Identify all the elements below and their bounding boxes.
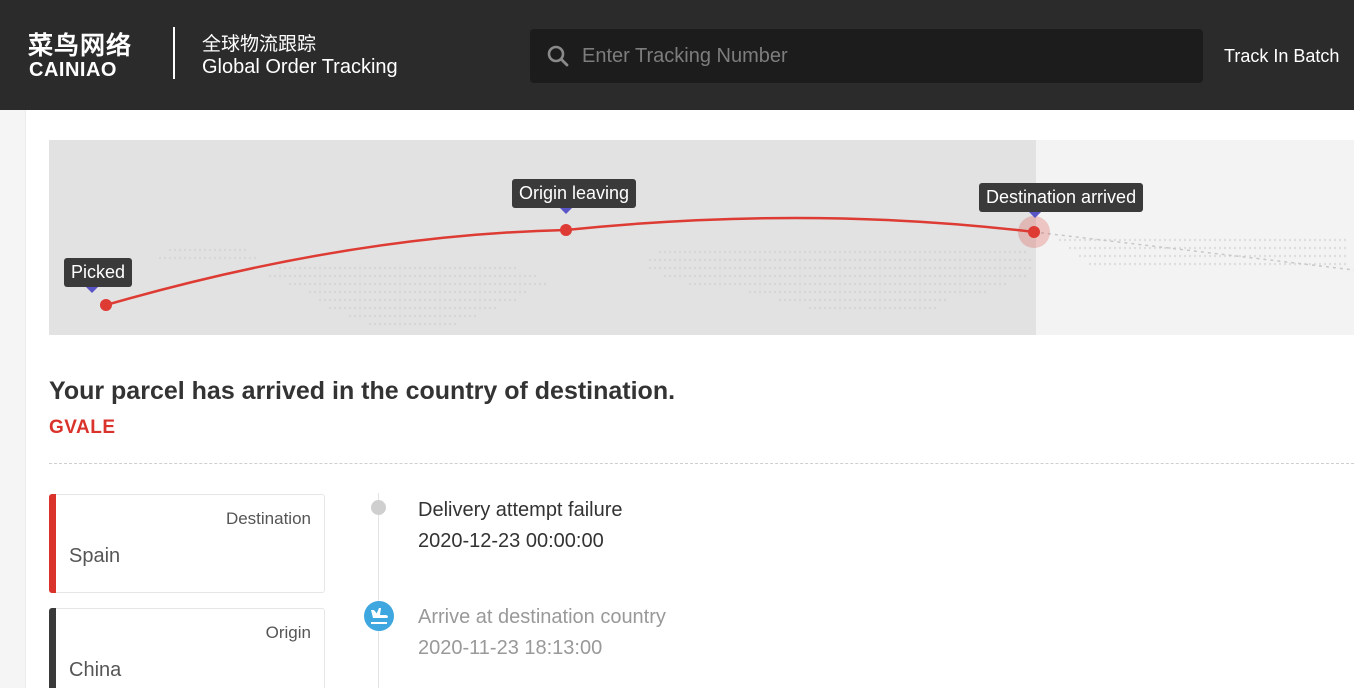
parcel-status-title: Your parcel has arrived in the country o… [49,377,676,405]
event-time: 2020-11-23 18:13:00 [418,637,603,659]
origin-leaving-tooltip: Origin leaving [512,179,637,208]
destination-card: Destination Spain [49,494,325,593]
subtitle-chinese: 全球物流跟踪 [202,33,317,55]
destination-arrived-dot [1028,226,1040,238]
plane-landing-glyph [371,608,388,624]
origin-value: China [69,659,122,681]
event-time: 2020-12-23 00:00:00 [418,530,604,552]
logo-chinese-text: 菜鸟网络 [28,31,133,60]
route-map: Picked Origin leaving Destination arrive… [49,140,1354,335]
destination-arrived-pointer [1029,212,1041,218]
section-divider [49,463,1354,464]
top-header: 菜鸟网络 CAINIAO 全球物流跟踪 Global Order Trackin… [0,0,1354,110]
search-box[interactable] [530,29,1203,83]
dot-icon [371,500,386,515]
tracking-number: GVALE [49,417,116,438]
timeline-line [378,493,379,688]
logo-english-text: CAINIAO [29,59,117,81]
search-icon[interactable] [546,44,570,68]
origin-card: Origin China [49,608,325,688]
destination-value: Spain [69,545,121,567]
route-svg [100,216,1354,326]
destination-arrived-tooltip: Destination arrived [979,183,1144,212]
origin-card-accent [49,608,56,688]
subtitle-english: Global Order Tracking [202,56,398,78]
destination-label: Destination [225,509,311,528]
tracking-number-input[interactable] [582,29,1182,83]
picked-tooltip: Picked [64,258,133,287]
left-rail [0,110,26,688]
plane-landing-icon [364,601,394,631]
track-in-batch-link[interactable]: Track In Batch [1224,46,1339,67]
event-title: Delivery attempt failure [418,499,623,521]
origin-label: Origin [265,623,311,642]
origin-leaving-pointer [560,208,572,214]
picked-dot [100,299,112,311]
cainiao-logo[interactable]: 菜鸟网络 CAINIAO [28,26,146,81]
event-title: Arrive at destination country [418,606,666,628]
origin-leaving-dot [560,224,572,236]
header-divider [173,27,175,79]
picked-pointer [86,287,98,293]
destination-card-accent [49,494,56,593]
